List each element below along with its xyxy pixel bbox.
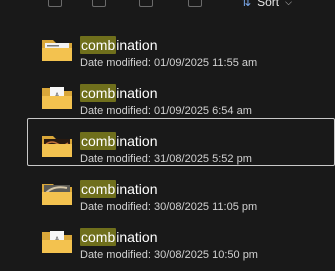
item-date-modified: Date modified: 30/08/2025 10:50 pm	[80, 249, 258, 261]
search-highlight: comb	[80, 180, 117, 198]
list-item[interactable]: combination Date modified: 30/08/2025 11…	[27, 166, 335, 214]
chevron-down-icon: ⌵	[285, 0, 292, 7]
folder-icon: A	[42, 87, 72, 109]
folder-icon	[42, 40, 72, 61]
sort-label: Sort	[257, 0, 280, 9]
folder-icon	[42, 184, 72, 205]
list-item[interactable]: A combination Date modified: 01/09/2025 …	[27, 70, 335, 118]
item-name: combination	[80, 228, 158, 246]
search-highlight: comb	[80, 132, 117, 150]
sort-button[interactable]: ⇅ Sort ⌵	[241, 0, 292, 9]
list-item[interactable]: combination Date modified: 01/09/2025 11…	[27, 22, 335, 70]
item-name: combination	[80, 132, 158, 150]
search-highlight: comb	[80, 228, 117, 246]
list-item-selected[interactable]: combination Date modified: 31/08/2025 5:…	[27, 118, 335, 166]
item-date-modified: Date modified: 01/09/2025 6:54 am	[80, 105, 252, 117]
item-name: combination	[80, 84, 158, 102]
search-results-list: combination Date modified: 01/09/2025 11…	[27, 22, 335, 262]
share-icon[interactable]	[139, 0, 153, 7]
item-name: combination	[80, 180, 158, 198]
item-date-modified: Date modified: 01/09/2025 11:55 am	[80, 57, 258, 69]
command-bar: ⇅ Sort ⌵	[0, 0, 335, 14]
folder-icon	[42, 136, 72, 157]
item-name: combination	[80, 36, 158, 54]
search-highlight: comb	[80, 84, 117, 102]
paste-icon[interactable]	[92, 0, 106, 7]
sort-icon: ⇅	[241, 0, 252, 9]
item-date-modified: Date modified: 31/08/2025 5:52 pm	[80, 153, 252, 165]
folder-icon: A	[42, 231, 72, 253]
copy-icon[interactable]	[48, 0, 62, 7]
list-item[interactable]: A combination Date modified: 30/08/2025 …	[27, 214, 335, 262]
item-date-modified: Date modified: 30/08/2025 11:05 pm	[80, 201, 258, 213]
search-highlight: comb	[80, 36, 117, 54]
delete-icon[interactable]	[188, 0, 202, 7]
